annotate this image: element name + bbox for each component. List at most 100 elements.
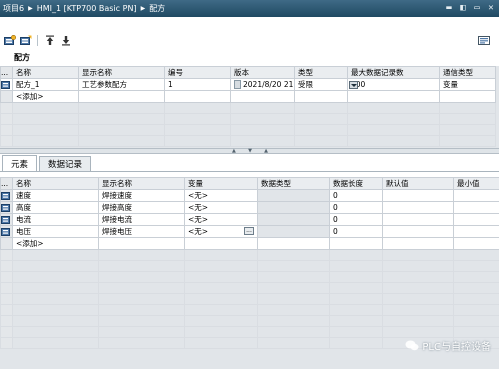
element-name-cell[interactable]: 电流 <box>12 213 99 226</box>
element-display-name-cell[interactable]: 焊接电流 <box>98 213 185 226</box>
splitter-grip-icon[interactable]: ▲ ▼ ▲ <box>232 148 268 154</box>
element-length-cell[interactable]: 0 <box>329 225 383 238</box>
element-min-cell[interactable] <box>453 189 499 202</box>
element-tag-cell[interactable]: <无> <box>184 213 258 226</box>
empty-row <box>0 260 499 272</box>
column-header-data-type[interactable]: 数据类型 <box>257 177 330 190</box>
column-header-version[interactable]: 版本 <box>230 66 295 79</box>
element-default-cell[interactable] <box>382 213 454 226</box>
recipes-header-row: ... 名称 显示名称 编号 版本 类型 最大数据记录数 通信类型 <box>0 66 496 79</box>
editor-toolbar <box>0 33 499 48</box>
column-header-name[interactable]: 名称 <box>12 66 79 79</box>
element-name-cell[interactable]: 速度 <box>12 189 99 202</box>
add-recipe-icon[interactable] <box>3 34 16 47</box>
recipe-max-records-cell[interactable]: 100 <box>347 78 440 91</box>
column-header-tag[interactable]: 变量 <box>184 177 258 190</box>
empty-row <box>0 326 499 338</box>
element-display-name-cell[interactable]: 焊接高度 <box>98 201 185 214</box>
add-recipe-cell[interactable]: <添加> <box>12 90 79 103</box>
element-length-cell[interactable]: 0 <box>329 201 383 214</box>
tag-browse-button[interactable]: ... <box>244 227 254 235</box>
element-min-cell[interactable] <box>453 201 499 214</box>
recipe-display-name-cell[interactable]: 工艺参数配方 <box>78 78 165 91</box>
element-display-name-cell[interactable]: 焊接电压 <box>98 225 185 238</box>
element-default-cell[interactable] <box>382 201 454 214</box>
column-header-comm-type[interactable]: 通信类型 <box>439 66 496 79</box>
recipes-table: ... 名称 显示名称 编号 版本 类型 最大数据记录数 通信类型 配方_1 工… <box>0 66 496 147</box>
column-header-display-name[interactable]: 显示名称 <box>78 66 165 79</box>
empty-row <box>0 135 496 147</box>
recipe-type-value: 受限 <box>298 80 313 89</box>
element-row-icon <box>0 201 13 214</box>
recipe-comm-type-cell[interactable]: 变量 <box>439 78 496 91</box>
element-length-cell[interactable]: 0 <box>329 213 383 226</box>
element-data-type-cell[interactable] <box>257 213 330 226</box>
detail-tabs: 元素 数据记录 <box>0 155 499 172</box>
list-view-icon[interactable] <box>477 34 490 47</box>
recipe-name-cell[interactable]: 配方_1 <box>12 78 79 91</box>
move-down-icon[interactable] <box>59 34 72 47</box>
element-default-cell[interactable] <box>382 189 454 202</box>
element-display-name-cell[interactable]: 焊接速度 <box>98 189 185 202</box>
add-element-cell[interactable]: <添加> <box>12 237 99 250</box>
element-row-icon <box>0 213 13 226</box>
breadcrumb-project[interactable]: 项目6 <box>3 3 24 14</box>
breadcrumb-separator-icon: ▶ <box>140 5 146 12</box>
close-button[interactable]: ✕ <box>485 2 497 14</box>
table-row[interactable]: 电流 焊接电流 <无> 0 <box>0 213 499 226</box>
element-tag-cell[interactable]: <无> <box>184 189 258 202</box>
column-header-type[interactable]: 类型 <box>294 66 348 79</box>
element-data-type-cell[interactable] <box>257 201 330 214</box>
empty-row <box>0 249 499 261</box>
column-header-min[interactable]: 最小值 <box>453 177 499 190</box>
column-header-max-records[interactable]: 最大数据记录数 <box>347 66 440 79</box>
spinner-icon[interactable] <box>234 80 241 90</box>
element-row-icon <box>0 225 13 238</box>
recipe-number-cell[interactable]: 1 <box>164 78 231 91</box>
column-header-name[interactable]: 名称 <box>12 177 99 190</box>
element-name-cell[interactable]: 电压 <box>12 225 99 238</box>
watermark: PLC与自控设备 <box>405 338 491 353</box>
breadcrumb-separator-icon: ▶ <box>28 5 33 12</box>
table-row[interactable]: 配方_1 工艺参数配方 1 2021/8/20 21:1... 受限 100 变… <box>0 78 496 91</box>
recipe-version-value: 2021/8/20 21:1... <box>243 79 294 89</box>
tab-elements[interactable]: 元素 <box>2 155 38 171</box>
pane-splitter[interactable]: ▲ ▼ ▲ <box>0 148 499 154</box>
minimize-button[interactable]: ▬ <box>443 2 455 14</box>
recipe-version-cell[interactable]: 2021/8/20 21:1... <box>230 78 295 91</box>
empty-row <box>0 282 499 294</box>
element-name-cell[interactable]: 高度 <box>12 201 99 214</box>
column-header-number[interactable]: 编号 <box>164 66 231 79</box>
element-min-cell[interactable] <box>453 225 499 238</box>
empty-row <box>0 304 499 316</box>
table-row[interactable]: 高度 焊接高度 <无> 0 <box>0 201 499 214</box>
move-up-icon[interactable] <box>43 34 56 47</box>
column-header-display-name[interactable]: 显示名称 <box>98 177 185 190</box>
recipe-type-cell[interactable]: 受限 <box>294 78 358 91</box>
element-tag-cell[interactable]: <无> <box>184 201 258 214</box>
add-row[interactable]: <添加> <box>0 90 496 103</box>
element-min-cell[interactable] <box>453 213 499 226</box>
table-row[interactable]: 电压 焊接电压 <无> ... 0 <box>0 225 499 238</box>
empty-row <box>0 124 496 136</box>
table-row[interactable]: 速度 焊接速度 <无> 0 <box>0 189 499 202</box>
empty-row <box>0 102 496 114</box>
element-tag-cell[interactable]: <无> ... <box>184 225 258 238</box>
breadcrumb-device[interactable]: HMI_1 [KTP700 Basic PN] <box>37 4 137 13</box>
recipe-number-value: 1 <box>168 80 173 89</box>
maximize-button[interactable]: ▭ <box>471 2 483 14</box>
restore-button[interactable]: ◧ <box>457 2 469 14</box>
tab-data-records[interactable]: 数据记录 <box>39 156 92 171</box>
element-data-type-cell[interactable] <box>257 225 330 238</box>
empty-row <box>0 113 496 125</box>
column-header-data-length[interactable]: 数据长度 <box>329 177 383 190</box>
add-row[interactable]: <添加> <box>0 237 499 250</box>
wechat-icon <box>405 340 419 351</box>
add-element-icon[interactable] <box>19 34 32 47</box>
column-header-default[interactable]: 默认值 <box>382 177 454 190</box>
element-data-type-cell[interactable] <box>257 189 330 202</box>
element-length-cell[interactable]: 0 <box>329 189 383 202</box>
breadcrumb-recipes[interactable]: 配方 <box>149 3 165 14</box>
row-header <box>0 90 13 103</box>
element-default-cell[interactable] <box>382 225 454 238</box>
